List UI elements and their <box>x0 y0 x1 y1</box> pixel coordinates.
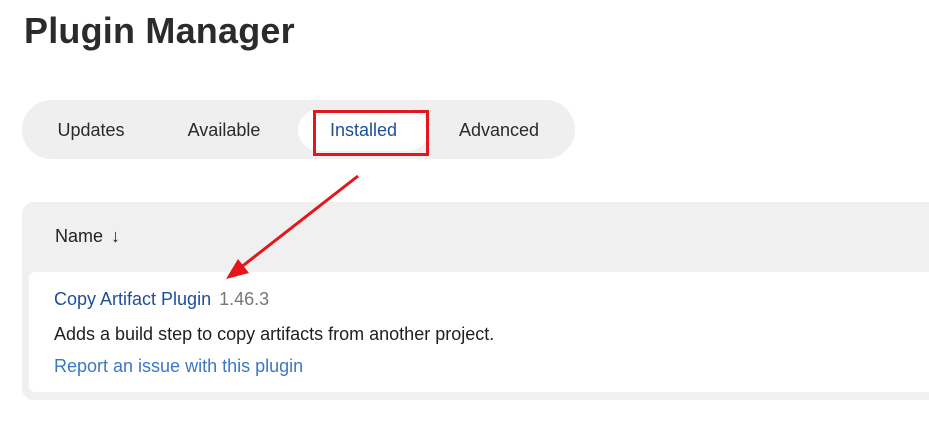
plugin-title-line: Copy Artifact Plugin 1.46.3 <box>54 289 269 310</box>
column-header-label: Name <box>55 226 104 246</box>
plugin-version: 1.46.3 <box>219 289 270 309</box>
annotation-highlight-box <box>313 110 429 156</box>
tab-available[interactable]: Available <box>182 109 266 151</box>
tab-updates[interactable]: Updates <box>55 109 127 151</box>
plugins-table: Name ↓ Copy Artifact Plugin 1.46.3 Adds a … <box>22 202 929 400</box>
tab-bar: Updates Available Installed Advanced <box>22 100 575 159</box>
report-issue-link[interactable]: Report an issue with this plugin <box>54 356 303 377</box>
table-row: Copy Artifact Plugin 1.46.3 Adds a build … <box>29 272 929 392</box>
plugin-name-link[interactable]: Copy Artifact Plugin <box>54 289 211 309</box>
page-title: Plugin Manager <box>24 10 295 51</box>
plugin-manager-page: Plugin Manager Updates Available Install… <box>0 0 929 445</box>
sort-arrow-down-icon: ↓ <box>111 226 121 246</box>
column-header-name[interactable]: Name ↓ <box>55 226 120 247</box>
plugin-description: Adds a build step to copy artifacts from… <box>54 324 495 344</box>
tab-advanced[interactable]: Advanced <box>454 109 544 151</box>
